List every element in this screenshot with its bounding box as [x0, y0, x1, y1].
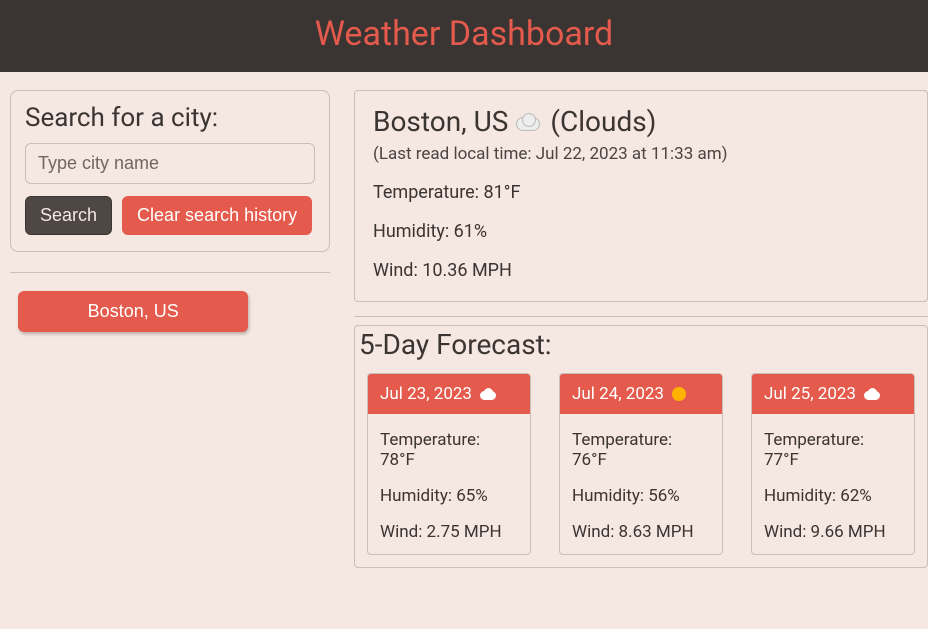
- page-body: Search for a city: Search Clear search h…: [0, 72, 928, 582]
- history-item[interactable]: Boston, US: [18, 291, 248, 332]
- forecast-wind: Wind: 8.63 MPH: [572, 522, 710, 542]
- current-city-line: Boston, US (Clouds): [373, 105, 909, 138]
- forecast-wind: Wind: 9.66 MPH: [764, 522, 902, 542]
- forecast-humidity: Humidity: 62%: [764, 486, 902, 506]
- forecast-humidity: Humidity: 56%: [572, 486, 710, 506]
- cloud-icon: [864, 388, 882, 400]
- forecast-day-header: Jul 24, 2023: [560, 374, 722, 414]
- forecast-day-card: Jul 24, 2023 Temperature: 76°F Humidity:…: [559, 373, 723, 555]
- search-buttons: Search Clear search history: [25, 196, 315, 235]
- current-condition: (Clouds): [550, 105, 656, 138]
- last-read-time: (Last read local time: Jul 22, 2023 at 1…: [373, 144, 909, 164]
- city-search-input[interactable]: [25, 143, 315, 184]
- app-title: Weather Dashboard: [315, 14, 613, 54]
- forecast-wind: Wind: 2.75 MPH: [380, 522, 518, 542]
- sidebar-divider: [10, 272, 330, 273]
- clear-history-button[interactable]: Clear search history: [122, 196, 312, 235]
- current-humidity: Humidity: 61%: [373, 221, 909, 242]
- forecast-temperature: Temperature: 78°F: [380, 430, 518, 470]
- cloud-icon: [516, 113, 542, 131]
- forecast-temperature: Temperature: 77°F: [764, 430, 902, 470]
- cloud-icon: [480, 388, 498, 400]
- current-weather-card: Boston, US (Clouds) (Last read local tim…: [354, 90, 928, 302]
- current-temperature: Temperature: 81°F: [373, 182, 909, 203]
- sidebar: Search for a city: Search Clear search h…: [10, 90, 330, 582]
- search-button[interactable]: Search: [25, 196, 112, 235]
- current-wind: Wind: 10.36 MPH: [373, 260, 909, 281]
- search-card: Search for a city: Search Clear search h…: [10, 90, 330, 252]
- forecast-day-body: Temperature: 78°F Humidity: 65% Wind: 2.…: [368, 414, 530, 554]
- forecast-day-header: Jul 23, 2023: [368, 374, 530, 414]
- forecast-card: 5-Day Forecast: Jul 23, 2023 Temperature…: [354, 325, 928, 568]
- main-divider: [354, 316, 928, 317]
- forecast-humidity: Humidity: 65%: [380, 486, 518, 506]
- forecast-date: Jul 25, 2023: [764, 384, 856, 404]
- forecast-day-body: Temperature: 77°F Humidity: 62% Wind: 9.…: [752, 414, 914, 554]
- sun-icon: [672, 387, 686, 401]
- forecast-temperature: Temperature: 76°F: [572, 430, 710, 470]
- forecast-date: Jul 23, 2023: [380, 384, 472, 404]
- forecast-row: Jul 23, 2023 Temperature: 78°F Humidity:…: [355, 373, 927, 567]
- forecast-day-body: Temperature: 76°F Humidity: 56% Wind: 8.…: [560, 414, 722, 554]
- forecast-day-header: Jul 25, 2023: [752, 374, 914, 414]
- forecast-day-card: Jul 23, 2023 Temperature: 78°F Humidity:…: [367, 373, 531, 555]
- search-title: Search for a city:: [25, 103, 315, 133]
- main-content: Boston, US (Clouds) (Last read local tim…: [354, 90, 928, 582]
- app-header: Weather Dashboard: [0, 0, 928, 72]
- forecast-title: 5-Day Forecast:: [359, 328, 927, 361]
- forecast-date: Jul 24, 2023: [572, 384, 664, 404]
- forecast-day-card: Jul 25, 2023 Temperature: 77°F Humidity:…: [751, 373, 915, 555]
- current-city: Boston, US: [373, 105, 508, 138]
